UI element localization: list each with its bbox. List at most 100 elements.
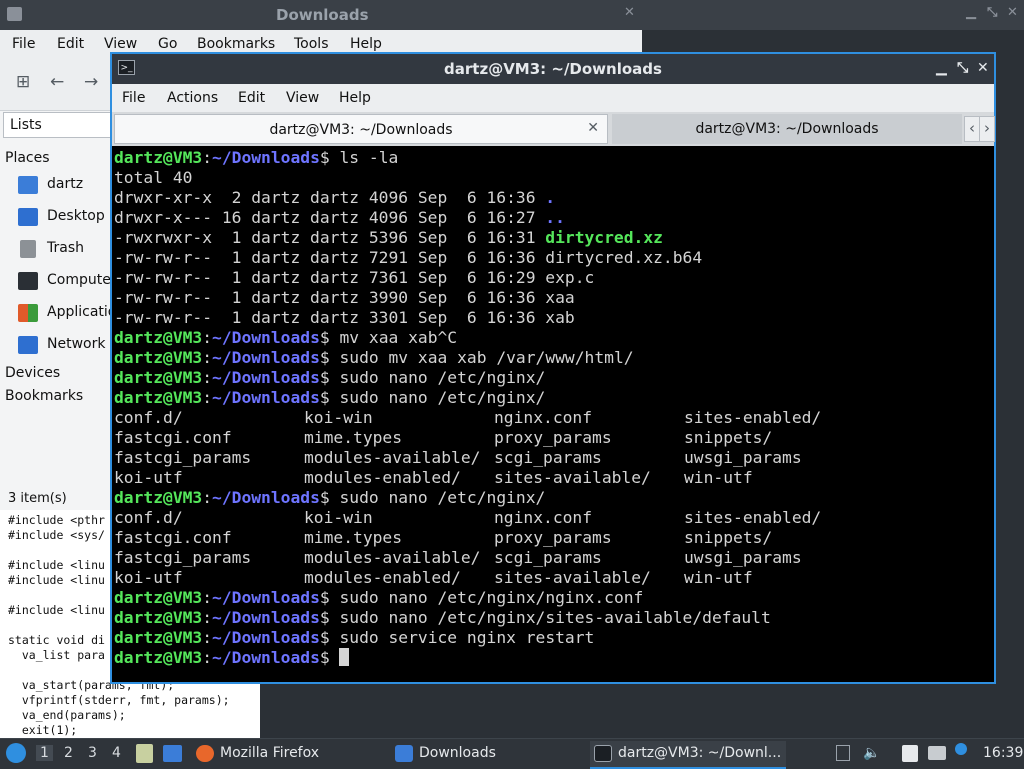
task-terminal[interactable]: dartz@VM3: ~/Downl... (590, 741, 786, 769)
new-tab-icon[interactable]: ⊞ (16, 72, 30, 92)
prompt-user: dartz@VM3 (114, 488, 203, 507)
close-icon[interactable]: ✕ (624, 5, 635, 20)
fm-menu-go[interactable]: Go (158, 36, 177, 52)
prompt-colon: : (202, 148, 213, 167)
command-text: sudo nano /etc/nginx/sites-available/def… (339, 608, 771, 627)
status-bar: 3 item(s) (0, 488, 114, 510)
computer-icon (18, 272, 38, 290)
task-label: Downloads (419, 745, 496, 761)
prompt-path: ~/Downloads (212, 648, 320, 667)
maximize-icon[interactable]: ⤡ (957, 60, 968, 76)
terminal-output[interactable]: dartz@VM3:~/Downloads$ ls -la total 40 drw… (114, 148, 992, 682)
prompt-symbol: $ (319, 628, 340, 647)
ls-filename: dirtycred.xz (545, 228, 663, 247)
prompt-colon: : (202, 368, 213, 387)
prompt-colon: : (202, 588, 213, 607)
window-list-icon[interactable] (836, 745, 850, 761)
tab-terminal-1[interactable]: dartz@VM3: ~/Downloads ✕ (114, 114, 608, 144)
file-manager-title: Downloads (276, 6, 369, 24)
fm-menu-view[interactable]: View (104, 36, 137, 52)
task-firefox[interactable]: Mozilla Firefox (196, 741, 386, 767)
completion-entry: win-utf (684, 468, 753, 487)
chevron-left-icon[interactable]: ‹ (964, 116, 980, 142)
close-icon[interactable]: ✕ (1007, 5, 1018, 20)
side-pane-mode-select[interactable]: Lists (3, 112, 113, 138)
sidebar-item-label: Trash (47, 240, 84, 256)
prompt-colon: : (202, 388, 213, 407)
terminal-menubar: File Actions Edit View Help (112, 84, 994, 112)
prompt-path: ~/Downloads (212, 368, 320, 387)
workspace-4[interactable]: 4 (112, 745, 121, 761)
minimize-icon[interactable]: ▁ (966, 5, 976, 20)
show-desktop-icon[interactable] (163, 745, 182, 762)
close-tab-icon[interactable]: ✕ (587, 120, 599, 136)
terminal-titlebar[interactable]: >_ dartz@VM3: ~/Downloads ▁ ⤡ ✕ (112, 54, 994, 84)
side-pane-mode-label: Lists (10, 117, 42, 133)
completion-entry: sites-enabled/ (684, 408, 822, 427)
tab-terminal-2[interactable]: dartz@VM3: ~/Downloads (612, 114, 962, 144)
code-line: static void di (8, 633, 105, 647)
volume-icon[interactable]: 🔈 (863, 745, 880, 761)
start-menu-icon[interactable] (6, 743, 26, 763)
prompt-line: dartz@VM3:~/Downloads$ (114, 648, 350, 668)
applications-icon (18, 304, 38, 322)
workspace-2[interactable]: 2 (64, 745, 73, 761)
sidebar-item-computer[interactable]: Computer (18, 269, 114, 295)
fm-menu-help[interactable]: Help (350, 36, 382, 52)
notes-icon[interactable] (136, 744, 153, 763)
devices-heading[interactable]: Devices (5, 365, 60, 381)
sidebar-item-applications[interactable]: Applications (18, 301, 114, 327)
sidebar-item-network[interactable]: Network (18, 333, 114, 359)
minimize-icon[interactable]: ▁ (936, 60, 947, 76)
term-menu-actions[interactable]: Actions (167, 90, 218, 106)
fm-menu-tools[interactable]: Tools (294, 36, 329, 52)
bookmarks-heading[interactable]: Bookmarks (5, 388, 83, 404)
trash-icon (20, 240, 36, 258)
prompt-symbol: $ (319, 588, 340, 607)
prompt-line: dartz@VM3:~/Downloads$ ls -la (114, 148, 398, 168)
clipboard-icon[interactable] (902, 745, 918, 762)
sidebar-item-desktop[interactable]: Desktop (18, 205, 114, 231)
workspace-3[interactable]: 3 (88, 745, 97, 761)
completion-entry: sites-available/ (494, 568, 651, 587)
notification-icon[interactable] (955, 743, 967, 755)
task-downloads[interactable]: Downloads (395, 741, 585, 767)
prompt-user: dartz@VM3 (114, 148, 203, 167)
term-menu-view[interactable]: View (286, 90, 319, 106)
command-text: sudo service nginx restart (339, 628, 595, 647)
fm-menu-bookmarks[interactable]: Bookmarks (197, 36, 275, 52)
maximize-icon[interactable]: ⤡ (987, 5, 997, 20)
terminal-cursor (339, 648, 350, 666)
chevron-right-icon[interactable]: › (979, 116, 995, 142)
clock[interactable]: 16:39 (983, 745, 1023, 761)
completion-entry: fastcgi_params (114, 448, 252, 467)
sidebar-item-dartz[interactable]: dartz (18, 173, 114, 199)
completion-entry: mime.types (304, 428, 403, 447)
sidebar-item-label: Applications (47, 304, 114, 320)
back-arrow-icon[interactable]: ← (50, 72, 64, 92)
term-menu-edit[interactable]: Edit (238, 90, 265, 106)
fm-menu-file[interactable]: File (12, 36, 35, 52)
ls-filename: exp.c (545, 268, 595, 287)
ls-meta: drwxr-xr-x 2 dartz dartz 4096 Sep 6 16:3… (114, 188, 546, 207)
prompt-path: ~/Downloads (212, 148, 320, 167)
prompt-line: dartz@VM3:~/Downloads$ sudo mv xaa xab /… (114, 348, 634, 368)
completion-entry: sites-available/ (494, 468, 651, 487)
forward-arrow-icon[interactable]: → (84, 72, 98, 92)
home-folder-icon (18, 176, 38, 194)
prompt-line: dartz@VM3:~/Downloads$ sudo nano /etc/ng… (114, 608, 771, 628)
sidebar-item-label: dartz (47, 176, 84, 192)
network-status-icon[interactable] (928, 746, 946, 760)
sidebar-item-trash[interactable]: Trash (18, 237, 114, 263)
term-menu-help[interactable]: Help (339, 90, 371, 106)
term-menu-file[interactable]: File (122, 90, 145, 106)
firefox-icon (196, 745, 214, 762)
command-text: sudo nano /etc/nginx/ (339, 488, 546, 507)
code-line: #include <pthr (8, 513, 105, 527)
places-sidebar: Places dartz Desktop Trash Computer Appl… (0, 140, 114, 510)
workspace-1[interactable]: 1 (36, 745, 53, 761)
fm-menu-edit[interactable]: Edit (57, 36, 84, 52)
ls-row: -rw-rw-r-- 1 dartz dartz 7291 Sep 6 16:3… (114, 248, 702, 268)
ls-filename: dirtycred.xz.b64 (545, 248, 703, 267)
close-icon[interactable]: ✕ (977, 60, 989, 76)
